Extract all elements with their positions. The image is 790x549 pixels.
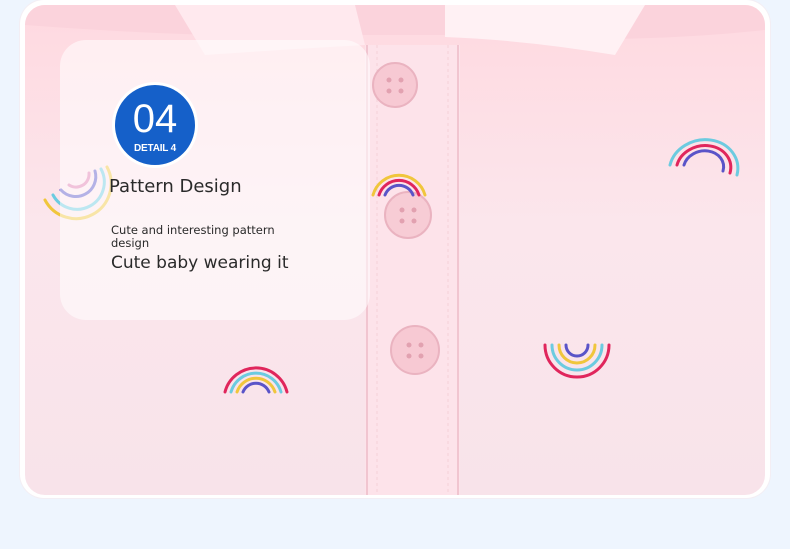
detail-badge: 04 DETAIL 4 [112, 82, 198, 168]
feature-caption: Cute baby wearing it [111, 253, 289, 273]
detail-number: 04 [132, 97, 178, 141]
right-collar [445, 5, 645, 55]
shirt-button [390, 325, 440, 375]
detail-label: DETAIL 4 [134, 143, 176, 154]
rainbow-motif [223, 366, 289, 394]
detail-badge-circle: 04 DETAIL 4 [115, 85, 195, 165]
shirt-top-shadow [25, 5, 765, 39]
feature-title: Pattern Design [109, 176, 242, 197]
rainbow-motif [543, 343, 611, 379]
shirt-button [384, 191, 432, 239]
shirt-placket [365, 45, 460, 495]
rainbow-motif [668, 138, 740, 177]
shirt-button [372, 62, 418, 108]
feature-subtitle: Cute and interesting pattern design [111, 223, 275, 250]
